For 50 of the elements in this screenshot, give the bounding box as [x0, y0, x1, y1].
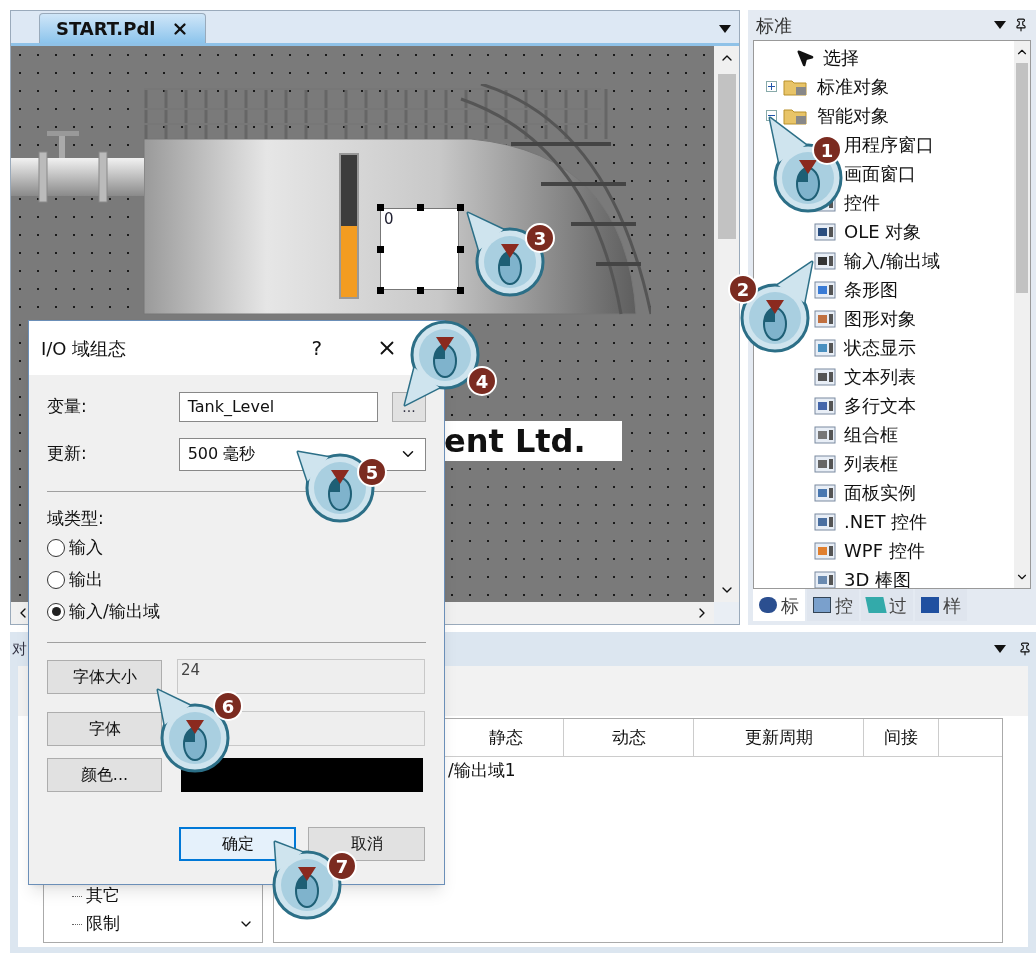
- toolbox-tab[interactable]: 过: [861, 589, 913, 621]
- tree-item[interactable]: 面板实例: [844, 479, 916, 506]
- tree-item[interactable]: 用程序窗口: [844, 131, 934, 158]
- dialog-title: I/O 域组态: [41, 336, 128, 361]
- tree-item[interactable]: 限制: [86, 911, 120, 937]
- tree-item[interactable]: 画面窗口: [844, 160, 916, 187]
- help-button[interactable]: ?: [311, 333, 322, 363]
- tree-item[interactable]: 组合框: [844, 421, 898, 448]
- font-size-button[interactable]: 字体大小: [47, 659, 162, 694]
- table-cell-text: /输出域1: [448, 759, 516, 783]
- panel-title: 标准: [756, 13, 792, 38]
- column-header[interactable]: 动态: [564, 719, 694, 756]
- tree-item[interactable]: 列表框: [844, 450, 898, 477]
- input-field: 24: [177, 659, 425, 694]
- radio-label[interactable]: 输入/输出域: [69, 598, 160, 625]
- tree-item[interactable]: 控件: [844, 189, 880, 216]
- document-tab[interactable]: START.Pdl: [39, 13, 207, 43]
- tree-item[interactable]: 多行文本: [844, 392, 916, 419]
- tree-item[interactable]: 状态显示: [844, 334, 916, 361]
- column-header[interactable]: 间接: [864, 719, 939, 756]
- io-field[interactable]: 0: [380, 208, 459, 290]
- tree-item[interactable]: 其它: [86, 883, 120, 909]
- column-header[interactable]: 更新周期: [694, 719, 864, 756]
- font-button[interactable]: 字体: [47, 711, 162, 746]
- input-field[interactable]: Tank_Level: [178, 392, 379, 422]
- tree-item[interactable]: OLE 对象: [844, 218, 922, 245]
- tree-item[interactable]: 输入/输出域: [844, 247, 941, 274]
- dialog-button[interactable]: 确定: [179, 826, 296, 861]
- tree-item[interactable]: 条形图: [844, 276, 898, 303]
- tree-item[interactable]: 选择: [823, 44, 859, 71]
- column-header[interactable]: 静态: [449, 719, 564, 756]
- group-label: 域类型:: [47, 507, 105, 530]
- toolbox-tab[interactable]: 标: [753, 589, 805, 621]
- radio-label[interactable]: 输入: [69, 534, 103, 561]
- dialog-button[interactable]: 取消: [308, 826, 425, 861]
- tree-item[interactable]: 标准对象: [817, 73, 889, 100]
- tree-item[interactable]: WPF 控件: [844, 537, 925, 564]
- tree-item[interactable]: 图形对象: [844, 305, 916, 332]
- toolbox-tab[interactable]: 样: [915, 589, 967, 621]
- field-label: 更新:: [47, 442, 88, 466]
- radio-label[interactable]: 输出: [69, 566, 103, 593]
- color-button[interactable]: 颜色...: [47, 757, 162, 792]
- tree-item[interactable]: 3D 棒图: [844, 566, 912, 588]
- tree-item[interactable]: .NET 控件: [844, 508, 928, 535]
- tree-item[interactable]: 智能对象: [817, 102, 889, 129]
- tree-item[interactable]: 文本列表: [844, 363, 916, 390]
- panel-title: 对: [12, 638, 27, 660]
- text-object[interactable]: ent Ltd.: [442, 421, 622, 461]
- field-label: 变量:: [47, 395, 88, 419]
- toolbox-tab[interactable]: 控: [807, 589, 859, 621]
